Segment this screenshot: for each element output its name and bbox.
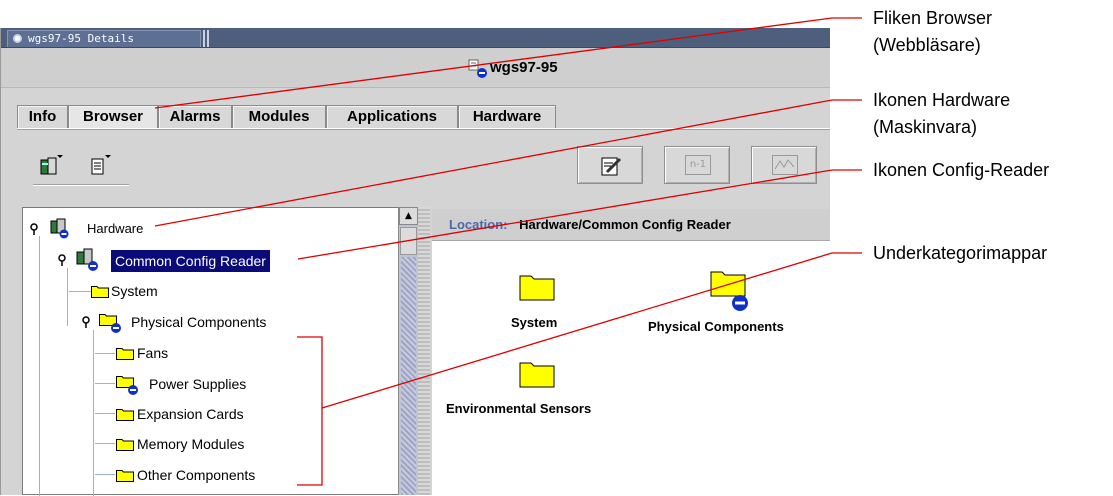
window-menu-icon[interactable] [13,34,22,43]
expander-icon[interactable] [81,312,91,332]
tab-applications[interactable]: Applications [326,105,458,128]
content-pane: System Physical Components Environmental… [432,241,830,495]
callout-subfolders: Underkategorimappar [873,240,1047,267]
tree-scrollbar[interactable]: ▲ [398,207,418,495]
callout-browser: Fliken Browser (Webbläsare) [873,5,992,59]
tree-item-label: Common Config Reader [111,250,270,272]
folder-icon [116,409,134,421]
content-item-label: Environmental Sensors [446,401,592,416]
tab-divider [17,128,830,130]
tree-item-label: Expansion Cards [137,406,244,422]
scroll-up-button[interactable]: ▲ [399,207,418,225]
folder-icon [519,362,555,388]
tree-guide-line [95,413,115,414]
tree-item-label: Power Supplies [149,376,247,392]
host-name: wgs97-95 [490,59,558,76]
folder-icon [116,470,134,482]
tree-item-label: Physical Components [131,314,267,330]
hardware-dropdown-icon[interactable] [39,153,63,177]
callout-hardware: Ikonen Hardware (Maskinvara) [873,87,1010,141]
host-icon [468,59,487,78]
callout-browser-line1: Fliken Browser [873,8,993,28]
graph-button[interactable] [751,146,817,184]
folder-icon [116,439,134,451]
tree-guide-line [39,236,40,496]
edit-button[interactable] [577,146,643,184]
titlebar-grip-icon [203,30,209,47]
tree-item-label: Fans [137,345,169,361]
tab-hardware[interactable]: Hardware [458,105,556,128]
callout-hardware-line1: Ikonen Hardware [873,90,1011,110]
content-item-label: System [511,315,558,330]
tree-item-label: Other Components [137,467,256,483]
graph-icon [772,155,798,175]
expander-icon[interactable] [57,250,67,270]
scroll-thumb[interactable] [400,227,417,255]
location-bar: Location: Hardware/Common Config Reader [432,209,830,241]
callout-hardware-line2: (Maskinvara) [873,117,978,137]
folder-icon [91,286,109,298]
hardware-icon [50,218,69,239]
tree-panel[interactable]: Hardware Common Config Reader System Phy… [22,207,418,496]
tree-item-label: Hardware [87,221,144,236]
tree-guide-line [95,474,115,475]
folder-icon [519,275,555,301]
tree-guide-line [67,268,68,326]
callout-config-reader: Ikonen Config-Reader [873,157,1049,184]
window-title-tab[interactable]: wgs97-95 Details [7,30,201,47]
tree-guide-line [95,443,115,444]
tree-item-label: Memory Modules [137,436,245,452]
folder-icon [116,348,134,360]
toolbar-divider [33,184,129,186]
n-1-button-label: n-1 [685,155,711,175]
content-item-label: Physical Components [648,319,784,334]
folder-icon [99,314,121,333]
scroll-track[interactable] [401,257,416,495]
edit-icon [601,157,622,176]
window-title: wgs97-95 Details [28,32,134,45]
tab-modules[interactable]: Modules [232,105,326,128]
callout-config-reader-line1: Ikonen Config-Reader [873,160,1050,180]
tree-guide-line [95,383,115,384]
callout-subfolders-line1: Underkategorimappar [873,243,1048,263]
expander-icon[interactable] [29,219,39,239]
location-value: Hardware/Common Config Reader [519,217,731,232]
tree-guide-line [93,330,94,496]
tree-guide-line [95,353,115,354]
n-1-button[interactable]: n-1 [664,146,730,184]
callout-browser-line2: (Webbläsare) [873,35,981,55]
tab-alarms[interactable]: Alarms [158,105,232,128]
window-titlebar[interactable]: wgs97-95 Details [1,28,830,48]
location-key: Location: [449,217,508,232]
document-dropdown-icon[interactable] [89,153,113,177]
tab-info[interactable]: Info [17,105,68,128]
config-reader-icon [76,248,98,271]
host-header: wgs97-95 [1,48,830,88]
folder-icon [710,271,748,311]
pane-splitter[interactable] [418,207,430,495]
tree-item-label: System [111,283,158,299]
tab-browser[interactable]: Browser [68,105,158,129]
tree-guide-line [69,291,91,292]
folder-icon [116,376,138,395]
